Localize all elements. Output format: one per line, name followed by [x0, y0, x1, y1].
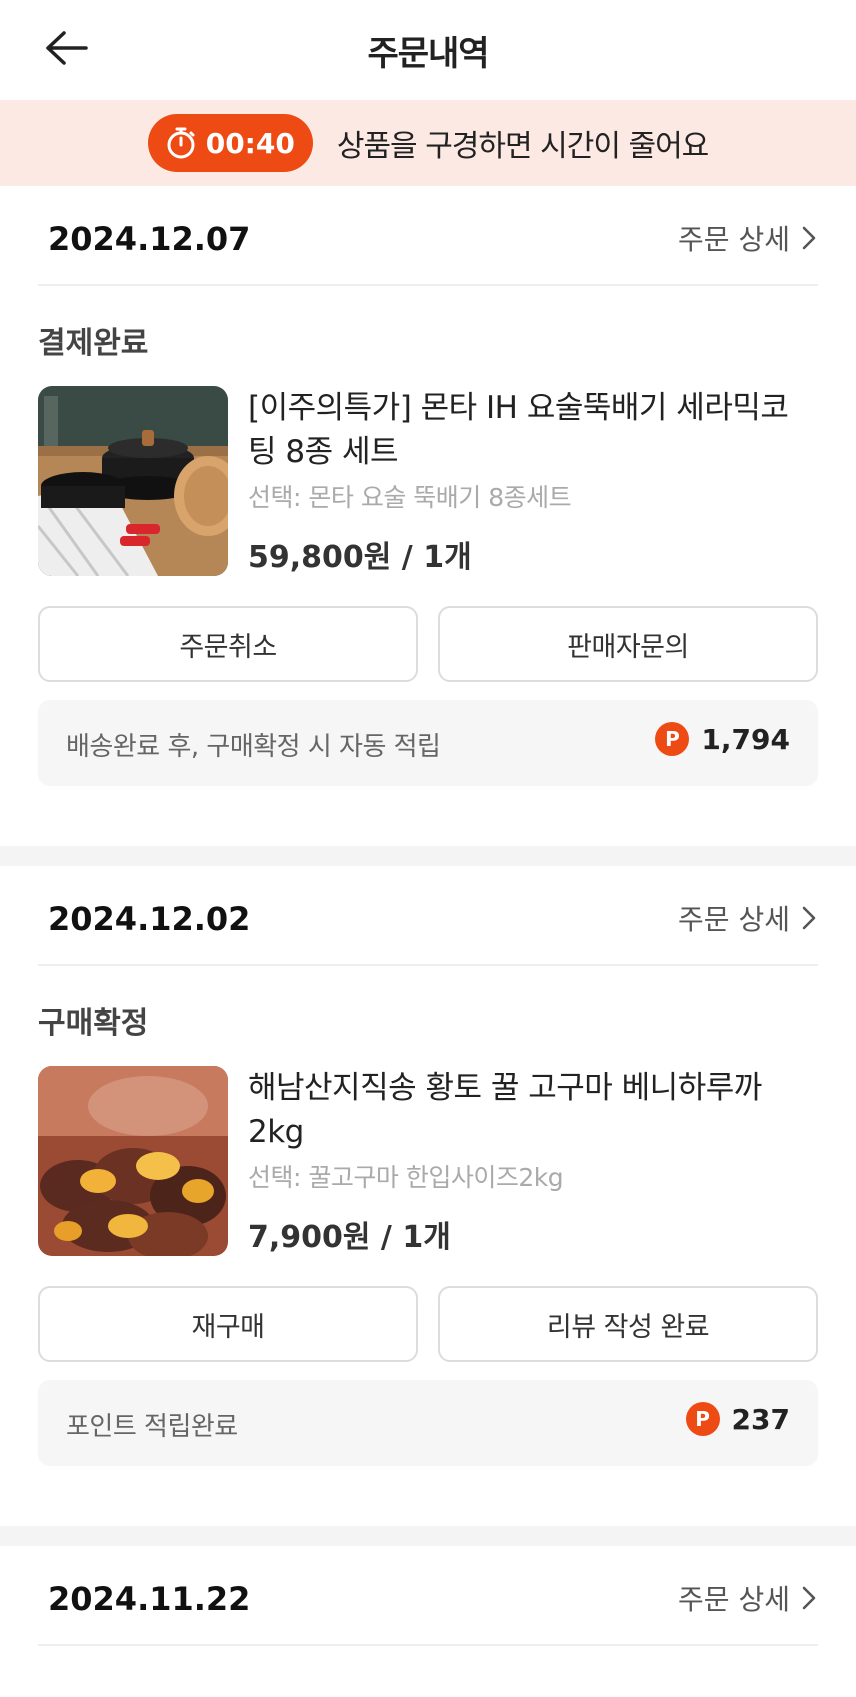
- order-detail-link[interactable]: 주문 상세: [678, 218, 818, 258]
- order-card: 2024.12.02 주문 상세 구매확정 해남산지직송 황토 꿀 고구마 베니…: [0, 866, 856, 1534]
- cancel-order-button[interactable]: 주문취소: [38, 606, 418, 682]
- order-header: 2024.11.22 주문 상세: [38, 1546, 818, 1646]
- reorder-button[interactable]: 재구매: [38, 1286, 418, 1362]
- points-amount: 1,794: [701, 722, 790, 756]
- product-option: 선택: 꿀고구마 한입사이즈2kg: [248, 1163, 564, 1192]
- order-card: 2024.11.22 주문 상세: [0, 1546, 856, 1697]
- order-detail-link[interactable]: 주문 상세: [678, 1578, 818, 1618]
- point-icon: P: [655, 722, 690, 756]
- points-value: P 1,794: [655, 722, 790, 756]
- points-info: 배송완료 후, 구매확정 시 자동 적립 P 1,794: [38, 700, 818, 786]
- points-info: 포인트 적립완료 P 237: [38, 1380, 818, 1466]
- order-detail-label: 주문 상세: [678, 903, 790, 936]
- timer-banner: 00:40 상품을 구경하면 시간이 줄어요: [0, 100, 856, 186]
- section-divider: [0, 1526, 856, 1546]
- product-option: 선택: 몬타 요술 뚝배기 8종세트: [248, 483, 572, 512]
- order-status: 구매확정: [38, 1006, 149, 1041]
- timer-message: 상품을 구경하면 시간이 줄어요: [336, 129, 709, 164]
- timer-badge: 00:40: [147, 114, 313, 172]
- product-name[interactable]: [이주의특가] 몬타 IH 요술뚝배기 세라믹코팅 8종 세트: [248, 386, 816, 474]
- order-date: 2024.11.22: [48, 1580, 251, 1618]
- point-icon: P: [685, 1402, 720, 1436]
- product-price: 59,800원 / 1개: [248, 540, 472, 575]
- order-detail-link[interactable]: 주문 상세: [678, 898, 818, 938]
- points-text: 배송완료 후, 구매확정 시 자동 적립: [66, 732, 441, 762]
- product-thumbnail[interactable]: [38, 386, 228, 576]
- points-amount: 237: [731, 1402, 790, 1436]
- order-date: 2024.12.02: [48, 900, 251, 938]
- order-card: 2024.12.07 주문 상세 결제완료 [이주의특가] 몬타 IH 요술뚝배…: [0, 186, 856, 854]
- review-done-button[interactable]: 리뷰 작성 완료: [438, 1286, 818, 1362]
- order-detail-label: 주문 상세: [678, 223, 790, 256]
- order-detail-label: 주문 상세: [678, 1583, 790, 1616]
- points-value: P 237: [685, 1402, 790, 1436]
- chevron-right-icon: [802, 226, 816, 250]
- order-header: 2024.12.02 주문 상세: [38, 866, 818, 966]
- timer-value: 00:40: [205, 126, 295, 160]
- product-thumbnail[interactable]: [38, 1066, 228, 1256]
- chevron-right-icon: [802, 1586, 816, 1610]
- order-date: 2024.12.07: [48, 220, 251, 258]
- page-title: 주문내역: [367, 34, 489, 74]
- product-price: 7,900원 / 1개: [248, 1220, 451, 1255]
- product-name[interactable]: 해남산지직송 황토 꿀 고구마 베니하루까 2kg: [248, 1066, 816, 1154]
- points-text: 포인트 적립완료: [66, 1412, 238, 1442]
- chevron-right-icon: [802, 906, 816, 930]
- section-divider: [0, 846, 856, 866]
- order-status: 결제완료: [38, 326, 149, 361]
- app-header: 주문내역: [0, 0, 856, 100]
- order-header: 2024.12.07 주문 상세: [38, 186, 818, 286]
- stopwatch-icon: [167, 127, 195, 159]
- contact-seller-button[interactable]: 판매자문의: [438, 606, 818, 682]
